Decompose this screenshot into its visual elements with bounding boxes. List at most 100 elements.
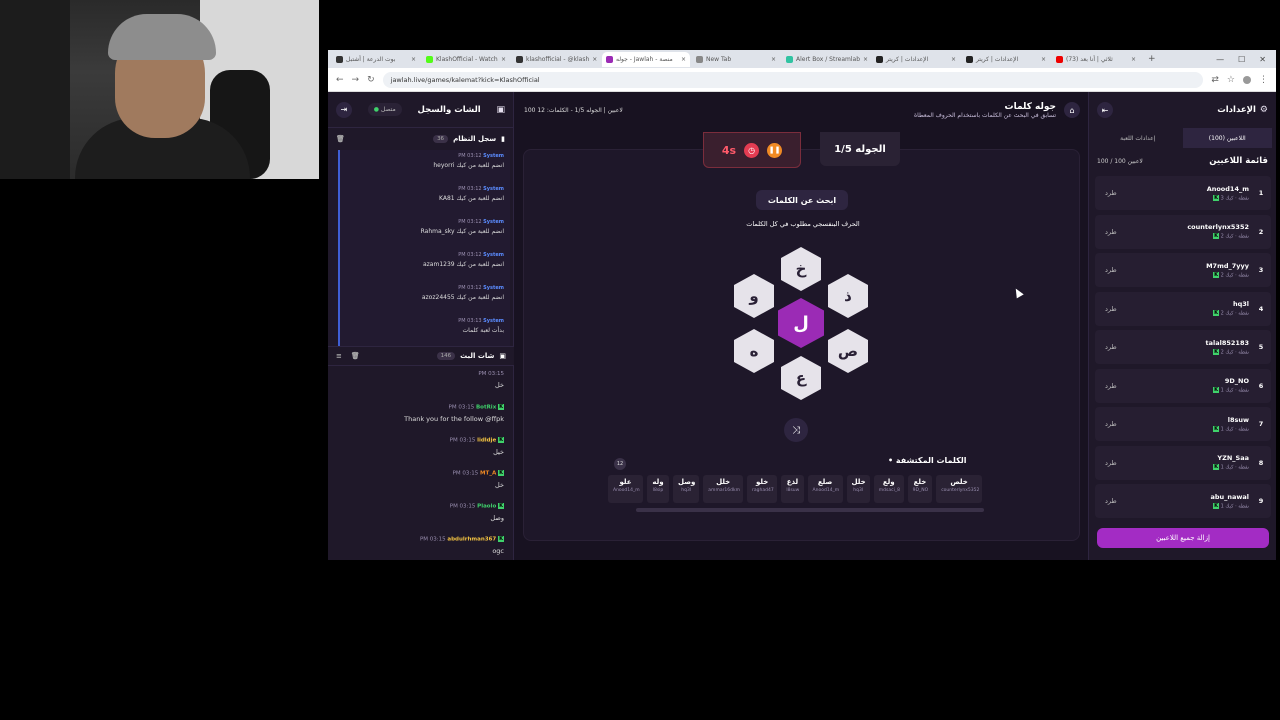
tab-strip: بوت الدرعة | أشتبل × KlashOfficial - Watc… bbox=[328, 50, 1276, 68]
stream-chat-list: PM 03:15 خل PM 03:15 BotRix K Thank you f… bbox=[328, 368, 514, 560]
browser-tab[interactable]: New Tab × bbox=[692, 52, 780, 67]
tab-players[interactable]: اللاعبين (100) bbox=[1182, 128, 1272, 148]
log-icon: ▮ bbox=[501, 135, 505, 143]
page-content: ⇥ ● متصل الشات والسجل ▣ 🗑 36 سجل النظام … bbox=[328, 92, 1276, 560]
tab-game-settings[interactable]: إعدادات اللعبة bbox=[1093, 128, 1183, 148]
reload-icon[interactable]: ↻ bbox=[367, 75, 375, 85]
chat-bubble-icon: ▣ bbox=[499, 352, 506, 360]
browser-tab-active[interactable]: جوله - Jawlah - منصة × bbox=[602, 51, 690, 67]
player-row: طرد abu_nawal K 1 نقطة · كيك 9 bbox=[1095, 484, 1271, 518]
found-word: خلل ammar16dkm bbox=[703, 475, 744, 503]
found-words-list: خلص counterlynx5352 خلع 9D_NO ولع mdsaci_8 … bbox=[608, 475, 982, 503]
trash-icon[interactable]: 🗑 bbox=[336, 135, 345, 143]
kick-icon: K bbox=[498, 437, 504, 443]
found-word: ولع mdsaci_8 bbox=[873, 475, 904, 503]
chat-message: PM 03:15 Plaolo K وصل bbox=[449, 503, 504, 522]
found-word: صلع Anood14_m bbox=[807, 475, 843, 503]
browser-tab[interactable]: بوت الدرعة | أشتبل × bbox=[332, 52, 420, 67]
connection-status: ● متصل bbox=[367, 103, 402, 116]
browser-tab[interactable]: klashofficial - @klash × bbox=[512, 52, 600, 67]
list-item: PM 03:12 System azam1239 انضم للعبة من كي… bbox=[338, 249, 510, 282]
list-item: PM 03:12 System heyorri انضم للعبة من كيك bbox=[338, 150, 510, 183]
horizontal-scrollbar[interactable] bbox=[636, 508, 984, 512]
pause-button[interactable]: ❚❚ bbox=[767, 142, 783, 158]
kick-button[interactable]: طرد bbox=[1105, 382, 1117, 390]
kick-button[interactable]: طرد bbox=[1105, 459, 1117, 467]
profile-avatar[interactable] bbox=[1243, 75, 1251, 84]
minimize-icon[interactable]: — bbox=[1216, 55, 1224, 64]
found-word: علو Anood14_m bbox=[608, 475, 643, 503]
found-word: خلص counterlynx5352 bbox=[936, 475, 982, 503]
chat-message: PM 03:15 خل bbox=[478, 371, 504, 389]
game-header: 100 لاعبين | الجوله 1/5 - الكلمات: 12 جو… bbox=[518, 92, 1088, 128]
kick-button[interactable]: طرد bbox=[1105, 305, 1117, 313]
collapse-panel-icon[interactable]: ⇤ bbox=[1097, 102, 1113, 118]
found-word: خلل hq3l bbox=[846, 475, 870, 503]
collapse-panel-icon[interactable]: ⇥ bbox=[336, 101, 352, 118]
settings-panel: ⇤ الإعدادات ⚙ إعدادات اللعبة اللاعبين (10… bbox=[1088, 92, 1276, 560]
kick-icon: K bbox=[498, 470, 504, 476]
bookmark-star-icon[interactable]: ☆ bbox=[1227, 75, 1235, 85]
stream-chat-header: ≡ 🗑 146 شات البث ▣ bbox=[328, 346, 514, 366]
home-icon[interactable]: ⌂ bbox=[1064, 102, 1080, 118]
remove-all-players-button[interactable]: إزالة جميع اللاعبين bbox=[1097, 528, 1269, 548]
chat-message: PM 03:15 MT_A K خل bbox=[452, 470, 504, 489]
kick-button[interactable]: طرد bbox=[1105, 497, 1117, 505]
new-tab-icon[interactable]: + bbox=[1142, 54, 1162, 64]
url-input[interactable]: jawlah.live/games/kalemat?kick=KlashOffi… bbox=[382, 71, 1204, 88]
chat-message: PM 03:15 abdulrhman367 Kogc bbox=[419, 536, 504, 555]
search-words-label: ابحث عن الكلمات bbox=[756, 190, 848, 210]
browser-tab[interactable]: الإعدادات | كريتر × bbox=[962, 52, 1050, 67]
kick-button[interactable]: طرد bbox=[1105, 343, 1117, 351]
kick-button[interactable]: طرد bbox=[1105, 266, 1117, 274]
list-item: PM 03:12 System Rahma_sky انضم للعبة من ك… bbox=[338, 216, 510, 249]
list-item: PM 03:12 System KA81 انضم للعبة من كيك bbox=[338, 183, 510, 216]
close-icon[interactable]: ✕ bbox=[1259, 55, 1266, 64]
player-row: طرد hq3l K 2 نقطة · كيك 4 bbox=[1095, 291, 1271, 326]
players-list: طرد Anood14_m K 3 نقطة · كيك 1 طرد counterly… bbox=[1095, 176, 1271, 523]
player-row: طرد 9D_NO K 1 نقطة · كيك 6 bbox=[1095, 368, 1271, 403]
round-indicator: الجوله 1/5 bbox=[820, 132, 900, 166]
list-item: PM 03:13 System بدأت لعبة كلمات bbox=[338, 315, 510, 348]
game-area: 100 لاعبين | الجوله 1/5 - الكلمات: 12 جو… bbox=[518, 92, 1088, 560]
trash-icon[interactable]: 🗑 bbox=[351, 352, 360, 360]
found-word: وله l8sip bbox=[647, 475, 669, 503]
kick-icon: K bbox=[498, 536, 504, 542]
chat-panel-title: الشات والسجل bbox=[417, 104, 481, 115]
kick-button[interactable]: طرد bbox=[1105, 228, 1117, 236]
address-bar: ← → ↻ jawlah.live/games/kalemat?kick=Kla… bbox=[328, 68, 1276, 92]
system-log-list: PM 03:12 System heyorri انضم للعبة من كيك… bbox=[338, 150, 510, 348]
browser-tab[interactable]: الإعدادات | كريتر × bbox=[872, 52, 960, 67]
browser-tab[interactable]: Alert Box / Streamlab × bbox=[782, 52, 870, 67]
found-words-title: • الكلمات المكتشفة bbox=[888, 456, 967, 465]
webcam-feed bbox=[0, 0, 319, 179]
browser-tab[interactable]: KlashOfficial - Watch × bbox=[422, 52, 510, 67]
timer-value: 4s bbox=[721, 143, 737, 157]
browser-tab[interactable]: (73) ثلاثي | أنا بعد × bbox=[1052, 52, 1140, 67]
gear-icon: ⚙ bbox=[1259, 105, 1268, 115]
player-row: طرد l8suw K 1 نقطة · كيك 7 bbox=[1095, 407, 1271, 441]
player-row: طرد Anood14_m K 3 نقطة · كيك 1 bbox=[1095, 176, 1271, 210]
filter-icon[interactable]: ≡ bbox=[336, 352, 342, 360]
settings-tabs: إعدادات اللعبة اللاعبين (100) bbox=[1093, 128, 1272, 148]
chat-icon: ▣ bbox=[496, 104, 505, 115]
maximize-icon[interactable]: ☐ bbox=[1238, 55, 1245, 64]
players-count: 100 / 100 لاعبين bbox=[1097, 157, 1143, 165]
menu-dots-icon[interactable]: ⋮ bbox=[1259, 75, 1268, 85]
game-stats: 100 لاعبين | الجوله 1/5 - الكلمات: 12 bbox=[524, 106, 623, 114]
settings-title: الإعدادات bbox=[1217, 105, 1256, 115]
translate-icon[interactable]: ⇄ bbox=[1211, 75, 1219, 85]
back-icon[interactable]: ← bbox=[336, 75, 344, 85]
shuffle-button[interactable]: ⤨ bbox=[784, 418, 808, 442]
kick-button[interactable]: طرد bbox=[1105, 420, 1117, 428]
found-count-badge: 12 bbox=[614, 458, 626, 470]
forward-icon[interactable]: → bbox=[352, 75, 360, 85]
found-word: خلع 9D_NO bbox=[907, 475, 933, 503]
found-word: خلو raghad47 bbox=[747, 475, 778, 503]
kick-icon: K bbox=[498, 404, 504, 410]
system-log-header: 🗑 36 سجل النظام ▮ bbox=[336, 135, 505, 143]
player-row: طرد M7md_7yyy K 2 نقطة · كيك 3 bbox=[1095, 253, 1271, 287]
game-title: جوله كلمات bbox=[1004, 101, 1056, 112]
chat-panel: ⇥ ● متصل الشات والسجل ▣ 🗑 36 سجل النظام … bbox=[328, 92, 514, 560]
kick-button[interactable]: طرد bbox=[1105, 189, 1117, 197]
